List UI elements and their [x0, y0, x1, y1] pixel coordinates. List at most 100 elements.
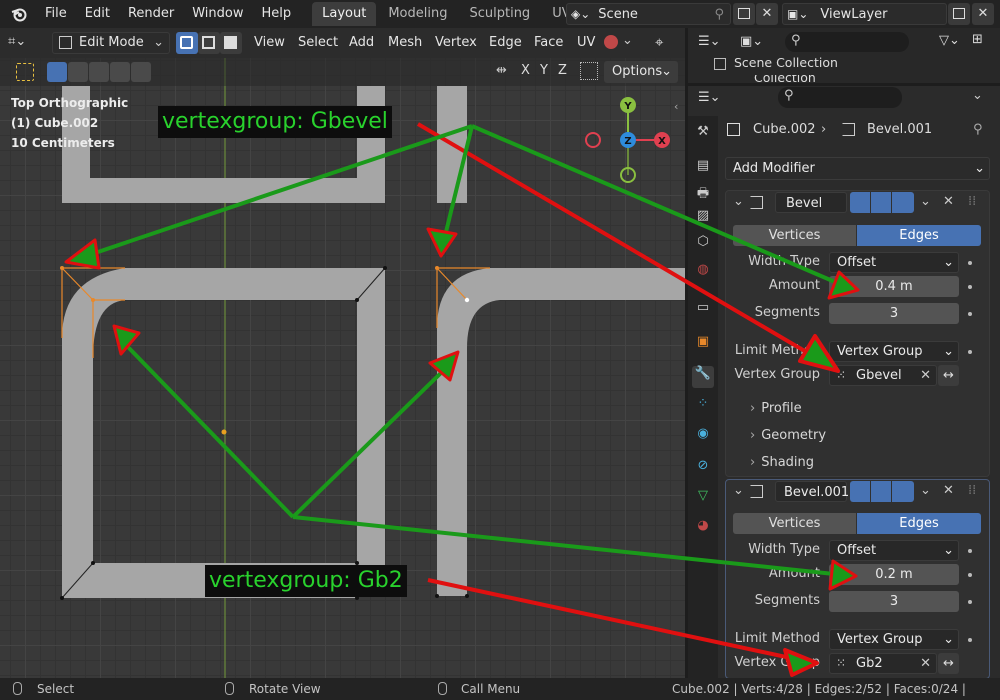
affect-edges-tab[interactable]: Edges: [857, 513, 981, 534]
navigation-gizmo[interactable]: Y X Z: [585, 97, 670, 183]
physics-tab[interactable]: ◉: [692, 426, 714, 448]
delete-scene-button[interactable]: ✕: [756, 3, 778, 25]
world-tab[interactable]: ◍: [692, 262, 714, 284]
animate-property-dot[interactable]: [968, 261, 972, 265]
properties-search-input[interactable]: ⚲: [778, 87, 902, 108]
subpanel-shading[interactable]: › Shading: [750, 455, 814, 470]
render-toggle-icon[interactable]: [892, 481, 914, 502]
select-mode-new-icon[interactable]: [47, 62, 67, 82]
animate-property-dot[interactable]: [968, 549, 972, 553]
mode-selector[interactable]: Edit Mode ⌄: [52, 32, 170, 54]
collection-tab[interactable]: ▭: [692, 300, 714, 322]
menu-uv[interactable]: UV: [577, 28, 595, 58]
pin-icon[interactable]: ⚲: [973, 122, 983, 137]
auto-merge-icon[interactable]: [580, 62, 598, 80]
menu-add[interactable]: Add: [349, 28, 374, 58]
menu-edit[interactable]: Edit: [76, 0, 119, 28]
render-toggle-icon[interactable]: [892, 192, 914, 213]
drag-handle-icon[interactable]: ⁞⁞: [968, 194, 976, 209]
viewport-toggle-icon[interactable]: [871, 481, 891, 502]
tool-tab[interactable]: ⚒: [692, 124, 714, 146]
menu-window[interactable]: Window: [183, 0, 252, 28]
face-select-button[interactable]: [220, 32, 242, 54]
uv-sphere-icon[interactable]: [604, 35, 618, 49]
vertex[interactable]: [91, 561, 95, 565]
width-type-dropdown[interactable]: Offset ⌄: [829, 252, 959, 273]
scene-tab[interactable]: ⬡: [692, 234, 714, 256]
select-mode-extend-icon[interactable]: [68, 62, 88, 82]
vertex[interactable]: [383, 266, 387, 270]
edge-select-button[interactable]: [198, 32, 220, 54]
subpanel-geometry[interactable]: › Geometry: [750, 428, 826, 443]
vertex[interactable]: [435, 594, 439, 598]
menu-select[interactable]: Select: [298, 28, 338, 58]
object-tab[interactable]: ▣: [692, 334, 714, 356]
select-mode-subtract-icon[interactable]: [89, 62, 109, 82]
output-tab[interactable]: 🖶: [692, 184, 714, 206]
invert-group-icon[interactable]: ↔: [938, 365, 959, 386]
affect-edges-tab[interactable]: Edges: [857, 225, 981, 246]
editmode-toggle-icon[interactable]: [850, 192, 870, 213]
modifier-name-field[interactable]: Bevel: [775, 192, 847, 213]
affect-vertices-tab[interactable]: Vertices: [733, 225, 856, 246]
viewport-toggle-icon[interactable]: [871, 192, 891, 213]
vertex[interactable]: [464, 297, 470, 303]
clear-icon[interactable]: ✕: [920, 366, 931, 385]
outliner-search-input[interactable]: ⚲: [785, 32, 909, 52]
menu-edge[interactable]: Edge: [489, 28, 522, 58]
tab-sculpting[interactable]: Sculpting: [459, 2, 540, 26]
select-mode-invert-icon[interactable]: [110, 62, 130, 82]
collection-label[interactable]: Collection: [754, 75, 816, 83]
animate-property-dot[interactable]: [968, 573, 972, 577]
animate-property-dot[interactable]: [968, 600, 972, 604]
close-icon[interactable]: ✕: [943, 483, 954, 498]
vertex[interactable]: [60, 266, 64, 270]
chevron-down-icon[interactable]: ⌄: [622, 33, 633, 48]
material-tab[interactable]: ◕: [692, 518, 714, 540]
vertex-select-button[interactable]: [176, 32, 198, 54]
vertex-group-field[interactable]: ⁙ Gbevel ✕: [829, 365, 937, 386]
segments-field[interactable]: 3: [829, 591, 959, 612]
collapse-chevron-icon[interactable]: ⌄: [733, 194, 744, 209]
menu-vertex[interactable]: Vertex: [435, 28, 477, 58]
vertex[interactable]: [91, 298, 95, 302]
menu-mesh[interactable]: Mesh: [388, 28, 422, 58]
menu-view[interactable]: View: [254, 28, 285, 58]
delete-viewlayer-button[interactable]: ✕: [972, 3, 994, 25]
vertex-group-field[interactable]: ⁙ Gb2 ✕: [829, 653, 937, 674]
properties-editor-type-icon[interactable]: ☰⌄: [698, 90, 721, 105]
filter-icon[interactable]: ▽⌄: [939, 33, 960, 48]
segments-field[interactable]: 3: [829, 303, 959, 324]
width-type-dropdown[interactable]: Offset ⌄: [829, 540, 959, 561]
new-scene-button[interactable]: [733, 3, 755, 25]
select-box-tool-icon[interactable]: [16, 63, 34, 81]
scene-selector[interactable]: ◈⌄ Scene ⚲: [566, 3, 731, 25]
select-mode-intersect-icon[interactable]: [131, 62, 151, 82]
subpanel-profile[interactable]: › Profile: [750, 401, 802, 416]
add-modifier-button[interactable]: Add Modifier ⌄: [725, 157, 990, 180]
editor-type-icon[interactable]: ⌗⌄: [8, 34, 26, 49]
view-layer-tab[interactable]: ▨: [692, 208, 714, 230]
animate-property-dot[interactable]: [968, 350, 972, 354]
menu-render[interactable]: Render: [119, 0, 183, 28]
chevron-down-icon[interactable]: ⌄: [920, 483, 931, 498]
options-button[interactable]: Options ⌄: [604, 61, 678, 83]
menu-face[interactable]: Face: [534, 28, 563, 58]
amount-field[interactable]: 0.4 m: [829, 276, 959, 297]
invert-group-icon[interactable]: ↔: [938, 653, 959, 674]
scene-collection-label[interactable]: Scene Collection: [734, 55, 838, 70]
transform-pivot-icon[interactable]: ⌖: [655, 33, 663, 51]
chevron-down-icon[interactable]: ⌄: [972, 88, 983, 103]
editmode-toggle-icon[interactable]: [850, 481, 870, 502]
new-collection-icon[interactable]: ⊞: [972, 32, 983, 47]
animate-property-dot[interactable]: [968, 312, 972, 316]
vertex[interactable]: [355, 298, 359, 302]
gizmo-neg-x-icon[interactable]: [585, 132, 601, 148]
clear-icon[interactable]: ✕: [920, 654, 931, 673]
animate-property-dot[interactable]: [968, 285, 972, 289]
viewlayer-selector[interactable]: ▣⌄ ViewLayer: [782, 3, 947, 25]
animate-property-dot[interactable]: [968, 638, 972, 642]
limit-method-dropdown[interactable]: Vertex Group ⌄: [829, 629, 959, 650]
mirror-y-toggle[interactable]: Y: [540, 63, 548, 78]
outliner-display-mode-icon[interactable]: ☰⌄: [698, 34, 721, 49]
